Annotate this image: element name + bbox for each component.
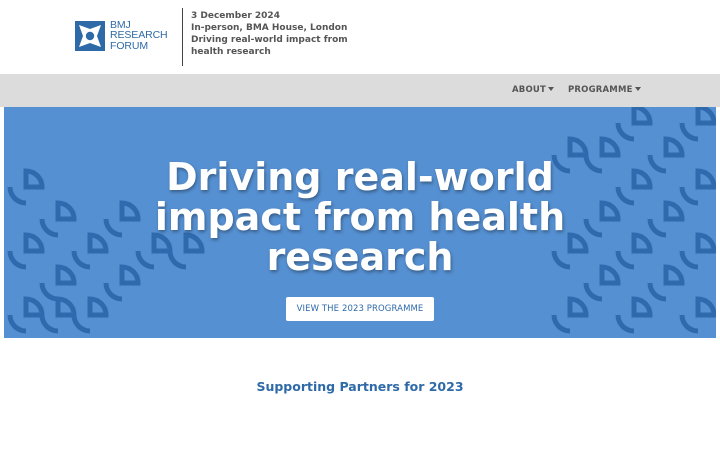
nav-about-menu[interactable]: ABOUT (512, 85, 554, 95)
nav-programme-label: PROGRAMME (568, 85, 633, 95)
nav-about-label: ABOUT (512, 85, 546, 95)
hero-title-line-3: research (266, 235, 454, 279)
event-date: 3 December 2024 (191, 11, 280, 21)
hero-title: Driving real-world impact from health re… (4, 157, 716, 277)
logo-wordmark: BMJ RESEARCH FORUM (110, 20, 168, 52)
caret-down-icon (547, 86, 554, 91)
hero-title-line-1: Driving real-world (166, 155, 554, 199)
nav-programme-menu[interactable]: PROGRAMME (568, 85, 641, 95)
view-programme-button[interactable]: VIEW THE 2023 PROGRAMME (286, 297, 434, 321)
main-nav: ABOUT PROGRAMME (0, 74, 720, 107)
bmj-research-forum-logo[interactable]: BMJ RESEARCH FORUM (75, 20, 175, 54)
event-info: 3 December 2024 In-person, BMA House, Lo… (191, 10, 381, 58)
caret-down-icon (634, 86, 641, 91)
event-location: In-person, BMA House, London (191, 23, 348, 33)
partners-heading: Supporting Partners for 2023 (256, 379, 464, 394)
event-tagline: Driving real-world impact from health re… (191, 35, 348, 57)
header-divider (182, 8, 183, 66)
site-header: BMJ RESEARCH FORUM 3 December 2024 In-pe… (0, 0, 720, 74)
hero-title-line-2: impact from health (154, 195, 566, 239)
logo-line-3: FORUM (110, 39, 148, 52)
hero-banner: Driving real-world impact from health re… (4, 107, 716, 338)
bmj-forum-logo-mark-icon (75, 21, 105, 51)
